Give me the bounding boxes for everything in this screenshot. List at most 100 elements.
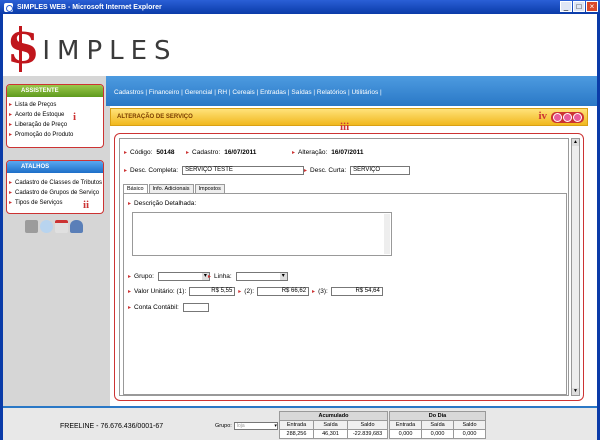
calculator-icon[interactable] [25, 220, 38, 233]
tool-icons [25, 220, 83, 233]
company-info: FREELINE - 76.676.436/0001-67 [60, 423, 164, 430]
alteracao-value: 16/07/2011 [331, 149, 364, 156]
simples-logo: S IMPLES [8, 24, 178, 73]
row-grupo: ▸ Grupo: [128, 272, 210, 281]
close-circle-icon[interactable] [573, 113, 582, 122]
dodia-col-saldo: Saldo [453, 420, 486, 430]
search-icon[interactable] [40, 220, 53, 233]
maximize-button[interactable]: □ [573, 1, 585, 12]
status-grupo-label: Grupo: [215, 423, 232, 429]
atalhos-title: ATALHOS [7, 161, 103, 173]
row-desc-completa: ▸ Desc. Completa: SERVIÇO TESTE [124, 166, 305, 175]
form-scrollbar[interactable]: ▲ ▼ [571, 138, 580, 396]
desc-completa-input[interactable]: SERVIÇO TESTE [182, 166, 305, 175]
status-bar: FREELINE - 76.676.436/0001-67 Grupo: loj… [3, 406, 597, 440]
assistente-item-promocao-produto[interactable]: Promoção do Produto [7, 130, 103, 140]
conta-label: Conta Contábil: [134, 304, 179, 311]
atalhos-box: ATALHOS Cadastro de Classes de Tributos … [6, 160, 104, 214]
grupo-label: Grupo: [134, 273, 154, 280]
grupo-select[interactable] [157, 272, 210, 281]
scroll-down-icon[interactable]: ▼ [572, 388, 579, 395]
logo-s: S [8, 24, 39, 73]
row-codigo: ▸ Código: 50148 [124, 149, 175, 156]
close-button[interactable]: × [586, 1, 598, 12]
dodia-col-saida: Saída [421, 420, 454, 430]
user-icon[interactable] [70, 220, 83, 233]
cancel-circle-icon[interactable] [563, 113, 572, 122]
assistente-title: ASSISTENTE [7, 85, 103, 97]
assistente-box: ASSISTENTE Lista de Preços Acerto de Est… [6, 84, 104, 148]
desc-completa-label: Desc. Completa: [130, 167, 179, 174]
dodia-saida: 0,000 [421, 429, 454, 439]
acumulado-title: Acumulado [279, 411, 388, 421]
acumulado-col-saldo: Saldo [347, 420, 388, 430]
header-buttons [551, 112, 584, 123]
marker-iv: iv [538, 110, 547, 122]
desc-curta-input[interactable]: SERVIÇO [350, 166, 411, 175]
cadastro-value: 16/07/2011 [224, 149, 257, 156]
row-valor: ▸ Valor Unitário: (1): R$ 5,55 ▸ (2): R$… [128, 287, 383, 296]
row-desc-curta: ▸ Desc. Curta: SERVIÇO [304, 166, 411, 175]
calendar-icon[interactable] [55, 220, 68, 233]
linha-label: Linha: [214, 273, 232, 280]
valor3-label: (3): [318, 288, 328, 295]
codigo-label: Código: [130, 149, 153, 156]
valor2-input[interactable]: R$ 66,62 [257, 287, 310, 296]
acumulado-entrada: 288,256 [279, 429, 314, 439]
acumulado-col-saida: Saída [313, 420, 348, 430]
valor2-label: (2): [244, 288, 255, 295]
row-linha: ▸ Linha: [208, 272, 288, 281]
dodia-entrada: 0,000 [389, 429, 422, 439]
assistente-item-liberacao-preco[interactable]: Liberação de Preço [7, 120, 103, 130]
nav-menu-items[interactable]: Cadastros | Financeiro | Gerencial | RH … [114, 89, 382, 96]
row-conta: ▸ Conta Contábil: [128, 303, 209, 312]
acumulado-col-entrada: Entrada [279, 420, 314, 430]
top-nav-menu: Cadastros | Financeiro | Gerencial | RH … [106, 76, 597, 106]
form-inner: ▸ Código: 50148 ▸ Cadastro: 16/07/2011 ▸… [119, 138, 569, 396]
codigo-value: 50148 [156, 149, 175, 156]
form-title: ALTERAÇÃO DE SERVIÇO [117, 114, 193, 120]
status-grupo: Grupo: loja [215, 422, 278, 430]
conta-input[interactable] [182, 303, 209, 312]
descricao-label: Descrição Detalhada: [134, 200, 197, 207]
content-gutter [106, 106, 110, 406]
row-cadastro: ▸ Cadastro: 16/07/2011 [186, 149, 257, 156]
ie-icon [4, 2, 13, 12]
tab-basico[interactable]: Básico [123, 184, 148, 193]
valor-label: Valor Unitário: (1): [134, 288, 187, 295]
marker-iii: iii [340, 121, 350, 133]
dodia-title: Do Dia [389, 411, 486, 421]
assistente-item-lista-precos[interactable]: Lista de Preços [7, 100, 103, 110]
window-titlebar: SIMPLES WEB - Microsoft Internet Explore… [0, 0, 600, 14]
linha-select[interactable] [235, 272, 288, 281]
textarea-scrollbar[interactable] [384, 214, 390, 254]
form-tabs: Básico Info. Adicionais Impostos [123, 184, 226, 193]
valor3-input[interactable]: R$ 54,64 [330, 287, 383, 296]
tab-impostos[interactable]: Impostos [194, 184, 225, 193]
row-alteracao: ▸ Alteração: 16/07/2011 [292, 149, 364, 156]
acumulado-table: Acumulado Entrada Saída Saldo 288,256 46… [279, 411, 388, 439]
status-grupo-select[interactable]: loja [233, 422, 278, 430]
atalhos-item-grupos-servico[interactable]: Cadastro de Grupos de Serviço [7, 188, 103, 198]
acumulado-saida: 46,301 [313, 429, 348, 439]
acumulado-saldo: -22.839,683 [347, 429, 388, 439]
row-descricao: ▸ Descrição Detalhada: [128, 200, 197, 207]
tab-panel-basico: ▸ Descrição Detalhada: ▸ Grupo: ▸ Linha:… [123, 193, 567, 395]
marker-ii: ii [83, 199, 90, 211]
cadastro-label: Cadastro: [192, 149, 221, 156]
left-panel: ASSISTENTE Lista de Preços Acerto de Est… [3, 76, 106, 406]
dodia-col-entrada: Entrada [389, 420, 422, 430]
logo-text: IMPLES [42, 36, 178, 66]
save-circle-icon[interactable] [553, 113, 562, 122]
atalhos-item-classes-tributos[interactable]: Cadastro de Classes de Tributos [7, 178, 103, 188]
descricao-textarea[interactable] [132, 212, 392, 256]
valor1-input[interactable]: R$ 5,55 [189, 287, 236, 296]
assistente-item-acerto-estoque[interactable]: Acerto de Estoque [7, 110, 103, 120]
dodia-table: Do Dia Entrada Saída Saldo 0,000 0,000 0… [389, 411, 486, 439]
scroll-up-icon[interactable]: ▲ [572, 139, 579, 146]
tab-info-adicionais[interactable]: Info. Adicionais [148, 184, 194, 193]
alteracao-label: Alteração: [298, 149, 328, 156]
desc-curta-label: Desc. Curta: [310, 167, 347, 174]
dodia-saldo: 0,000 [453, 429, 486, 439]
minimize-button[interactable]: _ [560, 1, 572, 12]
